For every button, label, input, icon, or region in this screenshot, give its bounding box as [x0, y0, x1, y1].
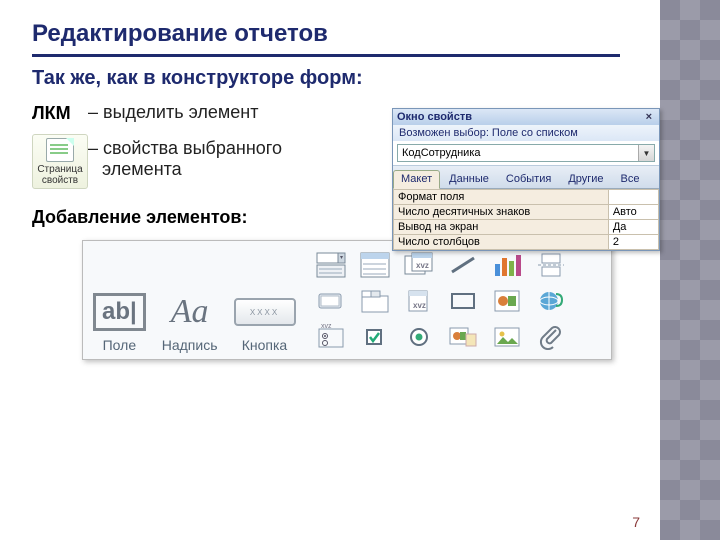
subform-icon[interactable]: xvz — [400, 249, 438, 281]
label-tool-caption: Надпись — [162, 337, 218, 353]
svg-text:xvz: xvz — [413, 301, 426, 310]
unbound-object-icon[interactable] — [488, 285, 526, 317]
field-tool-caption: Поле — [103, 337, 137, 353]
image-icon[interactable] — [488, 321, 526, 353]
chevron-down-icon: ▼ — [638, 145, 654, 161]
object-selector-combo[interactable]: КодСотрудника ▼ — [397, 144, 655, 162]
table-row: Число десятичных знаковАвто — [394, 205, 659, 220]
textbox-icon: ab| — [93, 293, 146, 331]
slide-subtitle: Так же, как в конструкторе форм: — [32, 67, 620, 90]
svg-text:xvz: xvz — [416, 261, 429, 270]
option-group-icon[interactable]: xvz — [312, 321, 350, 353]
property-sheet-pane: Окно свойств × Возможен выбор: Поле со с… — [392, 108, 660, 251]
attachment-icon[interactable] — [532, 321, 570, 353]
page-break-icon[interactable] — [532, 249, 570, 281]
pane-title: Окно свойств — [397, 111, 472, 123]
pane-tabs: Макет Данные События Другие Все — [393, 165, 659, 189]
label-tool[interactable]: Aa Надпись — [162, 289, 218, 353]
object-selector-value: КодСотрудника — [398, 145, 638, 161]
lkm-description: – выделить элемент — [88, 102, 258, 123]
property-page-caption-2: свойств — [42, 175, 78, 186]
page-number: 7 — [632, 514, 640, 530]
chart-icon[interactable] — [488, 249, 526, 281]
props-description-line1: – свойства выбранного — [88, 138, 282, 159]
tab-other[interactable]: Другие — [560, 170, 611, 189]
table-row: Формат поля — [394, 190, 659, 205]
field-tool[interactable]: ab| Поле — [93, 289, 146, 353]
insert-page-icon[interactable]: xvz — [400, 285, 438, 317]
label-icon: Aa — [171, 293, 209, 331]
line-icon[interactable] — [444, 249, 482, 281]
list-box-icon[interactable] — [356, 249, 394, 281]
small-tools-grid: xvz xvz xvz — [312, 249, 570, 353]
bound-object-icon[interactable] — [444, 321, 482, 353]
button-tool-caption: Кнопка — [242, 337, 287, 353]
property-page-button[interactable]: Страница свойств — [32, 134, 88, 189]
decorative-border — [660, 0, 720, 540]
property-grid: Формат поля Число десятичных знаковАвто … — [393, 189, 659, 250]
property-page-icon — [46, 138, 74, 162]
table-row: Вывод на экранДа — [394, 220, 659, 235]
toggle-button-icon[interactable] — [312, 285, 350, 317]
tab-layout[interactable]: Макет — [393, 170, 440, 189]
table-row: Число столбцов2 — [394, 235, 659, 250]
hyperlink-icon[interactable] — [532, 285, 570, 317]
tab-data[interactable]: Данные — [441, 170, 497, 189]
tab-events[interactable]: События — [498, 170, 559, 189]
tab-control-icon[interactable] — [356, 285, 394, 317]
button-icon: XXXX — [234, 298, 296, 326]
rectangle-icon[interactable] — [444, 285, 482, 317]
close-icon[interactable]: × — [643, 111, 655, 123]
svg-text:xvz: xvz — [321, 324, 332, 330]
checkbox-icon[interactable] — [356, 321, 394, 353]
props-description-line2: элемента — [88, 159, 282, 180]
button-tool[interactable]: XXXX Кнопка — [234, 289, 296, 353]
lkm-label: ЛКМ — [32, 102, 88, 124]
slide-title: Редактирование отчетов — [32, 20, 620, 57]
combo-box-icon[interactable] — [312, 249, 350, 281]
property-page-caption-1: Страница — [37, 164, 82, 175]
tab-all[interactable]: Все — [613, 170, 648, 189]
option-button-icon[interactable] — [400, 321, 438, 353]
pane-selection-type: Возможен выбор: Поле со списком — [393, 125, 659, 141]
controls-toolbox: ab| Поле Aa Надпись XXXX Кнопка xvz x — [82, 240, 612, 360]
